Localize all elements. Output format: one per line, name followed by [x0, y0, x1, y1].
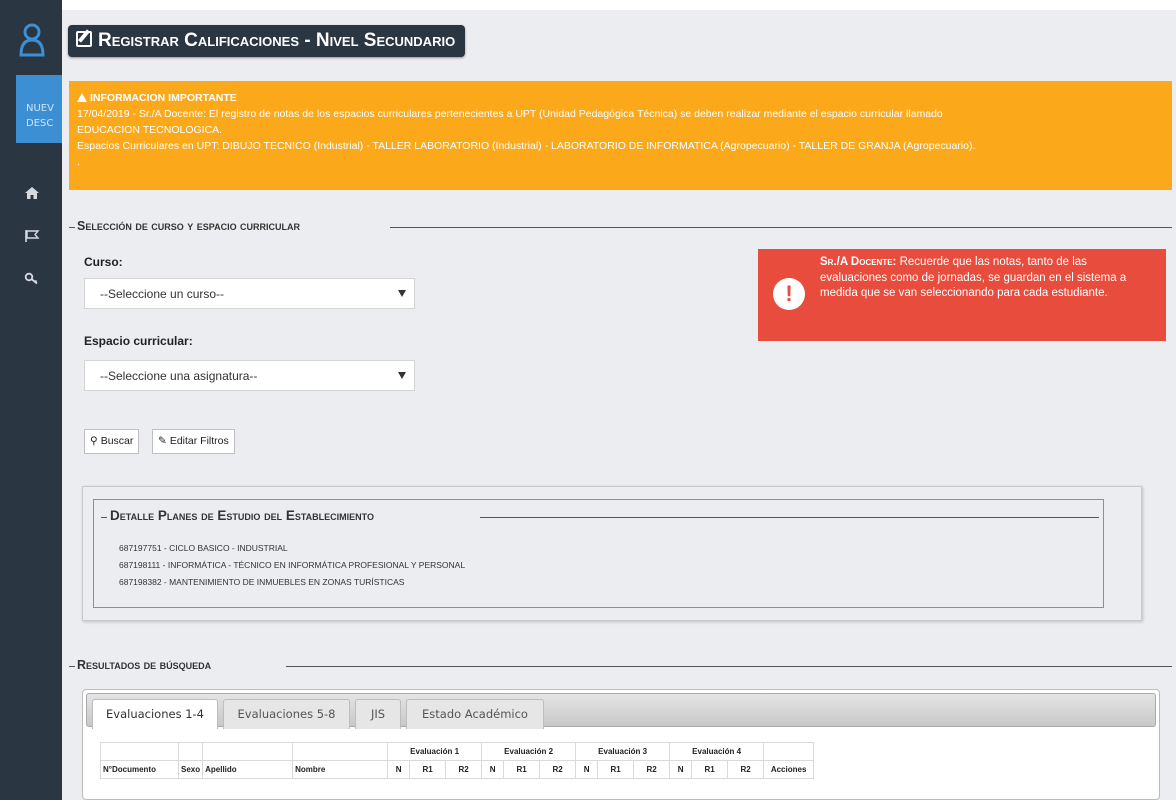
edit-icon [76, 31, 92, 47]
buscar-button[interactable]: ⚲ Buscar [84, 429, 140, 454]
warning-line-2: EDUCACION TECNOLOGICA. [77, 124, 223, 136]
curso-select-value: --Seleccione un curso-- [100, 287, 225, 301]
col-n: N [575, 760, 599, 779]
planes-panel: Detalle Planes de Estudio del Establecim… [82, 486, 1142, 621]
sidebar-new-label-2: DESC [26, 118, 54, 129]
table-header-row: Evaluación 1 Evaluación 2 Evaluación 3 E… [100, 742, 815, 761]
warning-icon [77, 93, 87, 102]
espacio-select[interactable]: --Seleccione una asignatura-- [84, 360, 415, 391]
home-icon[interactable] [24, 186, 40, 200]
col-r2: R2 [727, 760, 765, 779]
group-header: Evaluación 4 [669, 742, 765, 761]
divider [69, 666, 75, 667]
planes-fieldset: Detalle Planes de Estudio del Establecim… [93, 499, 1104, 608]
espacio-select-value: --Seleccione una asignatura-- [100, 369, 258, 383]
curso-select[interactable]: --Seleccione un curso-- [84, 278, 415, 309]
col-n: N [481, 760, 505, 779]
selection-legend: Selección de curso y espacio curricular [77, 219, 301, 233]
flag-icon[interactable] [24, 229, 40, 243]
col-acciones: Acciones [763, 760, 815, 779]
col-sexo: Sexo [177, 760, 204, 779]
header-cell [202, 742, 294, 761]
chevron-down-icon [398, 290, 406, 297]
tab-evaluaciones-5-8[interactable]: Evaluaciones 5-8 [223, 699, 350, 729]
alert-prefix: Sr./A Docente: [820, 256, 897, 268]
col-r1: R1 [409, 760, 447, 779]
user-icon[interactable] [18, 22, 46, 58]
chevron-down-icon [398, 372, 406, 379]
divider [69, 227, 75, 228]
divider [390, 227, 1172, 228]
header-cell [292, 742, 389, 761]
espacio-label: Espacio curricular: [84, 334, 193, 348]
col-r1: R1 [691, 760, 729, 779]
exclamation-icon: ! [773, 278, 805, 310]
sidebar: NUEV DESC [0, 0, 62, 800]
results-legend: Resultados de búsqueda [77, 658, 212, 672]
col-apellido: Apellido [202, 760, 294, 779]
editar-label: Editar Filtros [169, 435, 229, 447]
plan-item: 687198382 - MANTENIMIENTO DE INMUEBLES E… [119, 577, 405, 587]
header-cell [177, 742, 204, 761]
divider [286, 666, 1172, 667]
warning-title-row: INFORMACION IMPORTANTE [77, 90, 1164, 106]
planes-legend: Detalle Planes de Estudio del Establecim… [110, 508, 375, 523]
col-r2: R2 [445, 760, 483, 779]
divider [101, 517, 107, 518]
col-documento: N°Documento [100, 760, 179, 779]
col-nombre: Nombre [292, 760, 389, 779]
col-n: N [669, 760, 693, 779]
search-icon: ⚲ [90, 435, 98, 447]
sidebar-new-button[interactable]: NUEV DESC [16, 75, 62, 143]
plan-item: 687197751 - CICLO BASICO - INDUSTRIAL [119, 543, 288, 553]
warning-line-1: 17/04/2019 - Sr./A Docente: El registro … [77, 108, 943, 120]
table-header-row: N°Documento Sexo Apellido Nombre N R1 R2… [100, 760, 815, 779]
important-info-banner: INFORMACION IMPORTANTE 17/04/2019 - Sr./… [69, 81, 1172, 190]
curso-label: Curso: [84, 255, 123, 269]
top-strip [0, 0, 1176, 10]
tab-evaluaciones-1-4[interactable]: Evaluaciones 1-4 [92, 699, 218, 729]
header-cell [763, 742, 815, 761]
header-cell [100, 742, 179, 761]
plan-item: 687198111 - INFORMÁTICA - TÉCNICO EN INF… [119, 560, 466, 570]
page-title-text: Registrar Calificaciones - Nivel Secunda… [98, 30, 456, 51]
col-r1: R1 [597, 760, 635, 779]
results-table: Evaluación 1 Evaluación 2 Evaluación 3 E… [100, 742, 815, 779]
tab-estado-academico[interactable]: Estado Académico [406, 699, 544, 729]
group-header: Evaluación 1 [387, 742, 483, 761]
page-title: Registrar Calificaciones - Nivel Secunda… [68, 25, 466, 57]
tab-bar: Evaluaciones 1-4 Evaluaciones 5-8 JIS Es… [86, 693, 1156, 729]
warning-line-3: Espacios Curriculares en UPT: DIBUJO TEC… [77, 140, 976, 152]
group-header: Evaluación 3 [575, 742, 671, 761]
group-header: Evaluación 2 [481, 742, 577, 761]
edit-icon: ✎ [158, 435, 167, 447]
sidebar-new-label: NUEV [26, 103, 54, 114]
editar-filtros-button[interactable]: ✎ Editar Filtros [152, 429, 235, 454]
key-icon[interactable] [24, 271, 40, 285]
tab-jis[interactable]: JIS [355, 699, 401, 729]
buscar-label: Buscar [100, 435, 134, 447]
docente-alert: ! Sr./A Docente: Recuerde que las notas,… [758, 249, 1166, 341]
warning-line-4: . [77, 156, 80, 168]
col-r2: R2 [539, 760, 577, 779]
warning-title: INFORMACION IMPORTANTE [90, 92, 237, 104]
col-r1: R1 [503, 760, 541, 779]
col-n: N [387, 760, 411, 779]
divider [480, 517, 1099, 518]
col-r2: R2 [633, 760, 671, 779]
